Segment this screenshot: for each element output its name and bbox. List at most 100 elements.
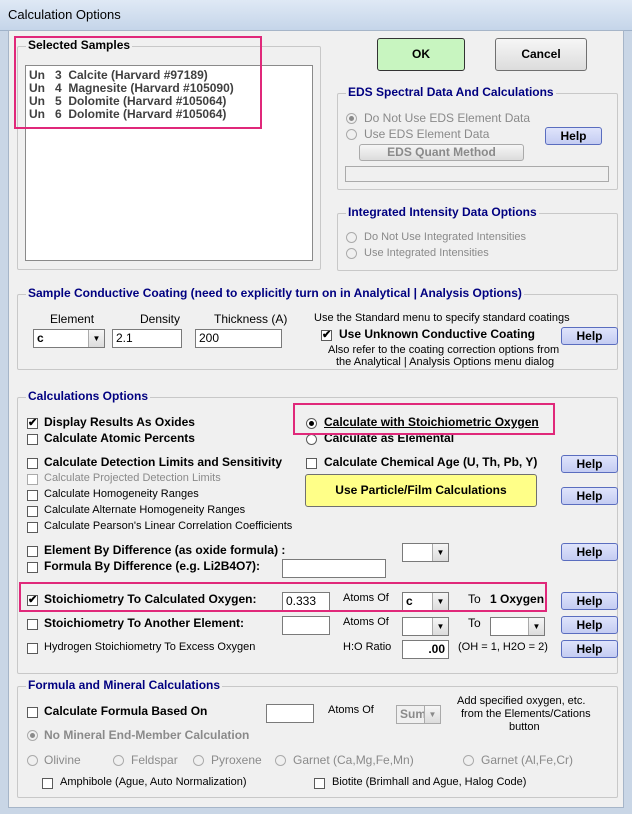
pyroxene-radio[interactable]	[193, 755, 204, 766]
element-by-diff-combo[interactable]: ▼	[402, 543, 449, 562]
amphibole-label: Amphibole (Ague, Auto Normalization)	[60, 776, 247, 788]
chemical-age-checkbox[interactable]	[306, 458, 317, 469]
projected-limits-label: Calculate Projected Detection Limits	[44, 472, 221, 484]
integrated-use-radio[interactable]	[346, 248, 357, 259]
eds-use-label: Use EDS Element Data	[364, 127, 490, 141]
ho-note-label: (OH = 1, H2O = 2)	[458, 641, 548, 653]
dialog-client: Selected Samples Un 3 Calcite (Harvard #…	[8, 30, 624, 808]
chevron-down-icon[interactable]: ▼	[424, 706, 440, 723]
eds-no-label: Do Not Use EDS Element Data	[364, 111, 531, 125]
chemical-age-help-button[interactable]: Help	[561, 455, 618, 473]
atoms-of-label-2: Atoms Of	[343, 616, 389, 628]
stoich-another-input[interactable]	[282, 616, 330, 635]
chevron-down-icon[interactable]: ▼	[432, 544, 448, 561]
ho-ratio-label: H:O Ratio	[343, 641, 392, 653]
feldspar-radio[interactable]	[113, 755, 124, 766]
chevron-down-icon[interactable]: ▼	[88, 330, 104, 347]
alt-homogeneity-label: Calculate Alternate Homogeneity Ranges	[44, 504, 246, 516]
ok-button[interactable]: OK	[377, 38, 465, 71]
coating-group: Sample Conductive Coating (need to expli…	[17, 286, 618, 370]
hydrogen-label: Hydrogen Stoichiometry To Excess Oxygen	[44, 641, 256, 653]
coating-element-value: c	[37, 331, 44, 345]
cancel-button[interactable]: Cancel	[495, 38, 587, 71]
use-unknown-label: Use Unknown Conductive Coating	[339, 327, 536, 341]
integrated-no-radio[interactable]	[346, 232, 357, 243]
formula-note1: Add specified oxygen, etc.	[457, 695, 586, 707]
as-elemental-radio[interactable]	[306, 434, 317, 445]
hydrogen-help-button[interactable]: Help	[561, 640, 618, 658]
formula-by-diff-checkbox[interactable]	[27, 562, 38, 573]
formula-sum-combo[interactable]: Sum ▼	[396, 705, 441, 724]
particle-film-button[interactable]: Use Particle/Film Calculations	[305, 474, 537, 507]
formula-based-input[interactable]	[266, 704, 314, 723]
element-by-diff-help-button[interactable]: Help	[561, 543, 618, 561]
no-mineral-radio[interactable]	[27, 730, 38, 741]
calc-formula-label: Calculate Formula Based On	[44, 704, 208, 718]
formula-note2: from the Elements/Cations	[461, 708, 591, 720]
chevron-down-icon[interactable]: ▼	[528, 618, 544, 635]
garnet1-label: Garnet (Ca,Mg,Fe,Mn)	[293, 753, 414, 767]
projected-limits-checkbox[interactable]	[27, 474, 38, 485]
density-label: Density	[140, 312, 181, 326]
eds-use-radio[interactable]	[346, 129, 357, 140]
biotite-label: Biotite (Brimhall and Ague, Halog Code)	[332, 776, 527, 788]
element-label: Element	[50, 312, 95, 326]
eds-legend: EDS Spectral Data And Calculations	[346, 85, 556, 99]
eds-status-field	[345, 166, 609, 182]
display-oxides-checkbox[interactable]: ✔	[27, 418, 38, 429]
eds-group: EDS Spectral Data And Calculations Do No…	[337, 85, 618, 190]
pearson-label: Calculate Pearson's Linear Correlation C…	[44, 520, 293, 532]
hydrogen-checkbox[interactable]	[27, 643, 38, 654]
chevron-down-icon[interactable]: ▼	[432, 618, 448, 635]
olivine-radio[interactable]	[27, 755, 38, 766]
atomic-percents-checkbox[interactable]	[27, 434, 38, 445]
coating-element-combo[interactable]: c ▼	[33, 329, 105, 348]
use-unknown-checkbox[interactable]: ✔	[321, 330, 332, 341]
atomic-percents-label: Calculate Atomic Percents	[44, 431, 195, 445]
formula-by-diff-input[interactable]	[282, 559, 386, 578]
element-by-diff-checkbox[interactable]	[27, 546, 38, 557]
integrated-group: Integrated Intensity Data Options Do Not…	[337, 205, 618, 271]
stoich-another-to-combo[interactable]: ▼	[490, 617, 545, 636]
ho-ratio-input[interactable]: .00	[402, 640, 449, 659]
stoich-oxygen-help-button[interactable]: Help	[561, 592, 618, 610]
feldspar-label: Feldspar	[131, 753, 178, 767]
amphibole-checkbox[interactable]	[42, 778, 53, 789]
pearson-checkbox[interactable]	[27, 522, 38, 533]
formula-legend: Formula and Mineral Calculations	[26, 678, 223, 692]
garnet1-radio[interactable]	[275, 755, 286, 766]
coating-legend: Sample Conductive Coating (need to expli…	[26, 286, 524, 300]
calculations-group: Calculations Options ✔ Display Results A…	[17, 389, 618, 674]
formula-by-diff-label: Formula By Difference (e.g. Li2B4O7):	[44, 559, 261, 573]
homogeneity-checkbox[interactable]	[27, 490, 38, 501]
biotite-checkbox[interactable]	[314, 778, 325, 789]
chemical-age-label: Calculate Chemical Age (U, Th, Pb, Y)	[324, 455, 538, 469]
detection-limits-label: Calculate Detection Limits and Sensitivi…	[44, 455, 283, 469]
stoich-another-combo[interactable]: ▼	[402, 617, 449, 636]
density-input[interactable]: 2.1	[112, 329, 182, 348]
coating-note1: Use the Standard menu to specify standar…	[314, 312, 570, 324]
to-label-2: To	[468, 616, 481, 630]
integrated-use-label: Use Integrated Intensities	[364, 247, 489, 259]
eds-help-button[interactable]: Help	[545, 127, 602, 145]
eds-no-radio[interactable]	[346, 113, 357, 124]
stoich-another-help-button[interactable]: Help	[561, 616, 618, 634]
integrated-no-label: Do Not Use Integrated Intensities	[364, 231, 527, 243]
samples-highlight	[14, 36, 262, 129]
thickness-input[interactable]: 200	[195, 329, 282, 348]
alt-homogeneity-checkbox[interactable]	[27, 506, 38, 517]
garnet2-radio[interactable]	[463, 755, 474, 766]
coating-help-button[interactable]: Help	[561, 327, 618, 345]
integrated-legend: Integrated Intensity Data Options	[346, 205, 539, 219]
thickness-label: Thickness (A)	[214, 312, 288, 326]
particle-film-help-button[interactable]: Help	[561, 487, 618, 505]
display-oxides-label: Display Results As Oxides	[44, 415, 195, 429]
stoich-another-checkbox[interactable]	[27, 619, 38, 630]
formula-note3: button	[509, 721, 540, 733]
calculations-legend: Calculations Options	[26, 389, 151, 403]
eds-quant-button[interactable]: EDS Quant Method	[359, 144, 524, 161]
title-bar: Calculation Options	[0, 0, 632, 31]
detection-limits-checkbox[interactable]	[27, 458, 38, 469]
no-mineral-label: No Mineral End-Member Calculation	[44, 728, 250, 742]
calc-formula-checkbox[interactable]	[27, 707, 38, 718]
